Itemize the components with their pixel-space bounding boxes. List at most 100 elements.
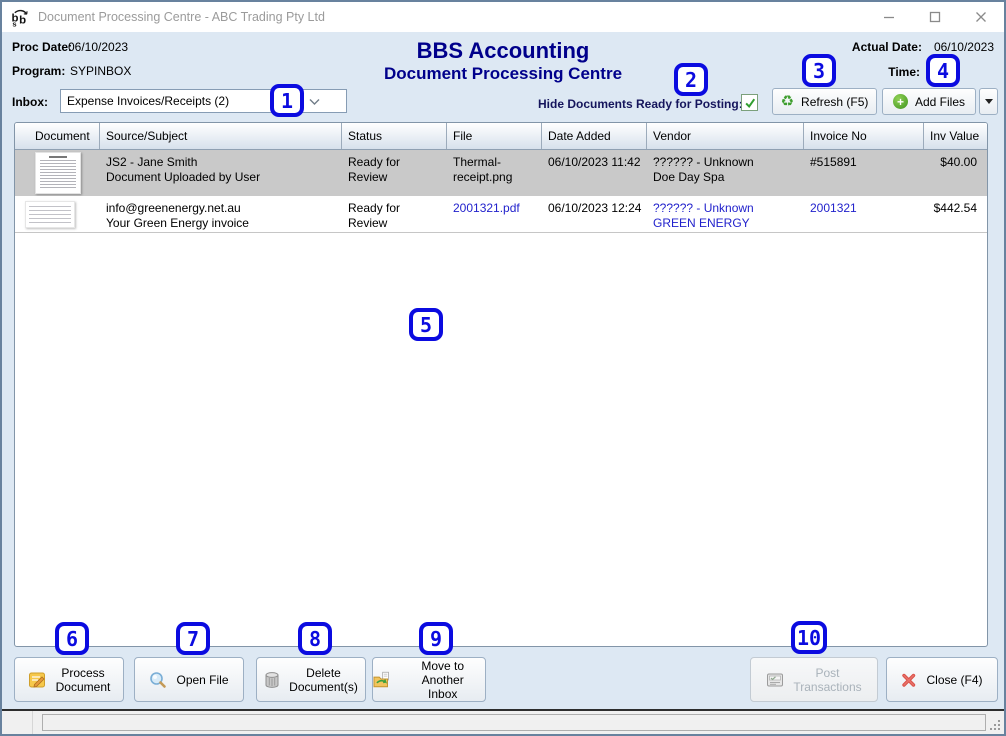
subject-line: Your Green Energy invoice [106,216,342,231]
move-folder-icon [373,671,391,688]
vendor-line: ?????? - Unknown [653,155,804,170]
window-controls [866,2,1004,32]
status-line: Ready for [348,201,447,216]
trash-bin-icon [264,671,280,689]
annotation-badge-3: 3 [802,54,836,87]
time-label: Time: [888,65,920,79]
inbox-label: Inbox: [12,95,48,109]
date-added-cell: 06/10/2023 12:24 [542,196,647,232]
post-transactions-icon [766,672,784,688]
vendor-line: ?????? - Unknown [653,201,804,216]
column-header-document[interactable]: Document [15,123,100,149]
column-header-vendor[interactable]: Vendor [647,123,804,149]
annotation-badge-5: 5 [409,308,443,341]
annotation-badge-1: 1 [270,84,304,117]
move-to-inbox-label-1: Move to Another [400,659,485,687]
annotation-badge-10: 10 [791,621,827,654]
invoice-thumbnail [25,201,75,228]
source-line: info@greenenergy.net.au [106,201,342,216]
table-row[interactable]: info@greenenergy.net.au Your Green Energ… [15,196,987,232]
actual-date-value: 06/10/2023 [934,40,994,54]
documents-table: Document Source/Subject Status File Date… [14,122,988,647]
open-file-label: Open File [176,673,228,687]
minimize-button[interactable] [866,2,912,32]
annotation-badge-8: 8 [298,622,332,655]
process-document-label-2: Document [56,680,111,694]
file-link[interactable]: 2001321.pdf [453,201,520,215]
add-files-button[interactable]: Add Files [882,88,976,115]
refresh-button-label: Refresh (F5) [801,95,868,109]
annotation-badge-7: 7 [176,622,210,655]
post-transactions-label-1: Post [793,666,861,680]
edit-note-icon [28,670,47,689]
file-cell: 2001321.pdf [447,196,542,232]
document-thumbnail-cell [15,150,100,196]
invoice-no-cell: #515891 [804,150,924,196]
post-transactions-label-2: Transactions [793,680,861,694]
date-added-cell: 06/10/2023 11:42 [542,150,647,196]
plus-icon [893,94,908,109]
source-line: JS2 - Jane Smith [106,155,342,170]
actual-date-row: Actual Date: 06/10/2023 [852,40,994,54]
receipt-thumbnail [35,152,81,194]
svg-text:s: s [12,19,16,26]
subject-line: Document Uploaded by User [106,170,342,185]
column-header-invoice-no[interactable]: Invoice No [804,123,924,149]
close-button[interactable]: Close (F4) [886,657,998,702]
refresh-icon [781,94,794,109]
process-document-label-1: Process [56,666,111,680]
svg-text:b: b [19,14,26,26]
process-document-button[interactable]: Process Document [14,657,124,702]
dropdown-arrow-icon [985,99,993,104]
app-subtitle: Document Processing Centre [2,64,1004,84]
column-header-file[interactable]: File [447,123,542,149]
inv-value-cell: $40.00 [924,150,987,196]
invoice-no-cell[interactable]: 2001321 [804,196,924,232]
status-cell: Ready for Review [342,196,447,232]
move-to-inbox-label-2: Inbox [400,687,485,701]
post-transactions-button[interactable]: Post Transactions [750,657,878,702]
table-row[interactable]: JS2 - Jane Smith Document Uploaded by Us… [15,150,987,196]
red-x-icon [901,672,917,688]
application-window: b s b Document Processing Centre - ABC T… [0,0,1006,736]
hide-posting-checkbox[interactable] [741,94,758,111]
header-panel: Proc Date: 06/10/2023 Program: SYPINBOX … [2,32,1004,122]
status-bar-message-area [42,714,986,731]
column-header-inv-value[interactable]: Inv Value [924,123,987,149]
column-header-status[interactable]: Status [342,123,447,149]
inv-value-cell: $442.54 [924,196,987,232]
vendor-line: Doe Day Spa [653,170,804,185]
move-to-inbox-button[interactable]: Move to Another Inbox [372,657,486,702]
status-bar [2,709,1004,734]
status-line: Ready for [348,155,447,170]
resize-grip[interactable] [998,728,1000,730]
document-thumbnail-cell [15,196,100,232]
vendor-line: GREEN ENERGY [653,216,804,231]
delete-documents-button[interactable]: Delete Document(s) [256,657,366,702]
source-subject-cell: info@greenenergy.net.au Your Green Energ… [100,196,342,232]
annotation-badge-2: 2 [674,63,708,96]
status-cell: Ready for Review [342,150,447,196]
delete-documents-label-2: Document(s) [289,680,358,694]
column-header-source-subject[interactable]: Source/Subject [100,123,342,149]
file-cell: Thermal-receipt.png [447,150,542,196]
annotation-badge-4: 4 [926,54,960,87]
column-header-date-added[interactable]: Date Added [542,123,647,149]
vendor-cell: ?????? - Unknown GREEN ENERGY [647,196,804,232]
vendor-cell: ?????? - Unknown Doe Day Spa [647,150,804,196]
file-name[interactable]: Thermal-receipt.png [453,155,512,184]
status-bar-left-section [2,711,33,734]
hide-posting-label: Hide Documents Ready for Posting: [538,97,743,111]
annotation-badge-6: 6 [55,622,89,655]
close-window-button[interactable] [958,2,1004,32]
refresh-button[interactable]: Refresh (F5) [772,88,877,115]
maximize-button[interactable] [912,2,958,32]
annotation-badge-9: 9 [419,622,453,655]
add-files-dropdown-button[interactable] [979,88,998,115]
open-file-button[interactable]: Open File [134,657,244,702]
actual-date-label: Actual Date: [852,40,922,54]
close-button-label: Close (F4) [926,673,982,687]
window-title: Document Processing Centre - ABC Trading… [38,10,325,24]
app-logo-icon: b s b [11,8,30,27]
status-line: Review [348,170,447,185]
